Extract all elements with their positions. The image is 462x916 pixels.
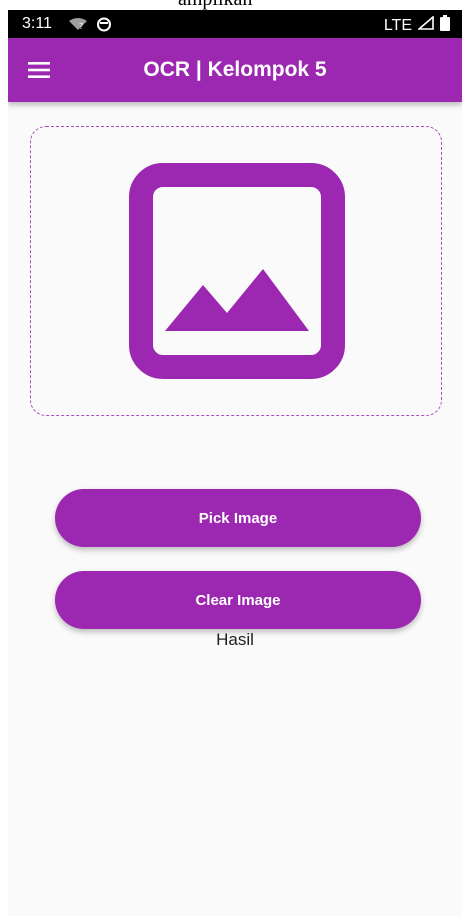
image-picker-area[interactable] xyxy=(30,126,442,416)
app-bar: OCR | Kelompok 5 xyxy=(8,38,462,102)
signal-icon xyxy=(416,15,434,35)
status-time: 3:11 xyxy=(22,15,52,32)
phone-screen: 3:11 ? LTE OCR | Kelompok 5 Pick Image C… xyxy=(8,10,462,916)
top-cropped-text: ampilkan xyxy=(0,0,462,10)
menu-icon[interactable] xyxy=(28,60,52,80)
image-placeholder-icon xyxy=(129,163,345,384)
clear-image-button[interactable]: Clear Image xyxy=(55,571,421,629)
svg-text:?: ? xyxy=(79,22,83,31)
network-type: LTE xyxy=(383,16,412,34)
alarm-icon xyxy=(96,16,112,37)
status-bar: 3:11 ? LTE xyxy=(8,10,462,38)
app-title: OCR | Kelompok 5 xyxy=(143,58,327,81)
battery-icon xyxy=(440,15,450,36)
result-text: Hasil xyxy=(216,630,254,649)
pick-image-button[interactable]: Pick Image xyxy=(55,489,421,547)
status-right-group: LTE xyxy=(384,15,450,36)
wifi-icon: ? xyxy=(68,17,88,36)
